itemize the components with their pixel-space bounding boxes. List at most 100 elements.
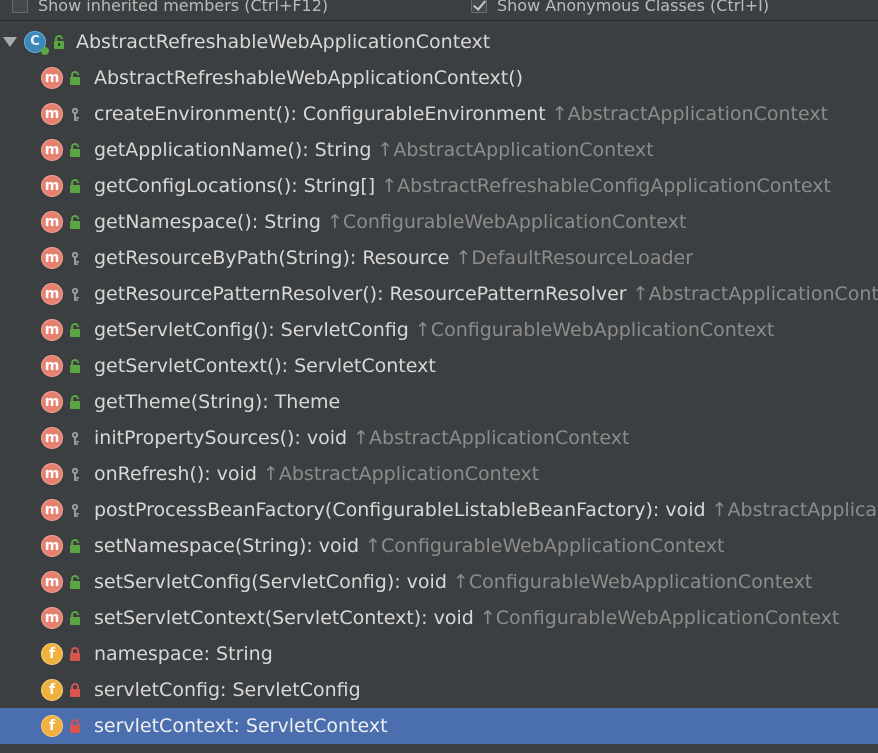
tree-item-method[interactable]: m getServletContext(): ServletContext — [0, 348, 878, 384]
member-signature: AbstractRefreshableWebApplicationContext… — [94, 67, 524, 89]
field-icon: f — [41, 679, 63, 701]
root-class-name: AbstractRefreshableWebApplicationContext — [76, 31, 491, 53]
checkbox-unchecked-icon[interactable] — [12, 0, 28, 13]
method-icon: m — [41, 571, 63, 593]
tree-item-method[interactable]: m getTheme(String): Theme — [0, 384, 878, 420]
method-icon: m — [41, 139, 63, 161]
inherited-from: ↑AbstractApplicationContext — [371, 139, 654, 161]
tree-item-method[interactable]: m getResourcePatternResolver(): ResourceP… — [0, 276, 878, 312]
protected-key-icon — [71, 431, 79, 445]
tree-item-label: getConfigLocations(): String[] ↑Abstract… — [94, 168, 831, 204]
tree-item-method[interactable]: m AbstractRefreshableWebApplicationContex… — [0, 60, 878, 96]
method-icon: m — [41, 391, 63, 413]
tree-item-label: AbstractRefreshableWebApplicationContext… — [94, 60, 523, 96]
private-lock-icon — [70, 683, 80, 697]
tree-item-method[interactable]: m getNamespace(): String ↑ConfigurableWeb… — [0, 204, 878, 240]
show-anonymous-label: Show Anonymous Classes (Ctrl+I) — [497, 0, 770, 15]
tree-item-method[interactable]: m getConfigLocations(): String[] ↑Abstrac… — [0, 168, 878, 204]
tree-item-label: namespace: String — [94, 636, 273, 672]
tree-item-method[interactable]: m postProcessBeanFactory(ConfigurableList… — [0, 492, 878, 528]
protected-key-icon — [71, 107, 79, 121]
checkbox-checked-icon[interactable] — [471, 0, 487, 13]
public-lock-icon — [54, 35, 64, 49]
tree-item-label: initPropertySources(): void ↑AbstractApp… — [94, 420, 629, 456]
inherited-from: ↑ConfigurableWebApplicationContext — [359, 535, 725, 557]
member-signature: getResourceByPath(String): Resource — [94, 247, 450, 269]
member-signature: namespace: String — [94, 643, 273, 665]
tree-root-class[interactable]: C AbstractRefreshableWebApplicationConte… — [0, 24, 878, 60]
tree-item-label: setNamespace(String): void ↑Configurable… — [94, 528, 724, 564]
member-signature: setServletContext(ServletContext): void — [94, 607, 474, 629]
tree-item-label: setServletContext(ServletContext): void … — [94, 600, 839, 636]
tree-item-label: postProcessBeanFactory(ConfigurableLista… — [94, 492, 878, 528]
tree-item-method[interactable]: m getResourceByPath(String): Resource ↑De… — [0, 240, 878, 276]
tree-item-method[interactable]: m setServletContext(ServletContext): void… — [0, 600, 878, 636]
member-signature: setServletConfig(ServletConfig): void — [94, 571, 447, 593]
field-icon: f — [41, 715, 63, 737]
member-signature: getResourcePatternResolver(): ResourcePa… — [94, 283, 627, 305]
inherited-from: ↑ConfigurableWebApplicationContext — [320, 211, 687, 233]
inherited-from: ↑ConfigurableWebApplicationContext — [473, 607, 840, 629]
inherited-from: ↑AbstractApplicationContext — [256, 463, 540, 485]
tree-item-label: getApplicationName(): String ↑AbstractAp… — [94, 132, 654, 168]
inherited-from: ↑ConfigurableWebApplicationContext — [446, 571, 813, 593]
inherited-from: ↑AbstractApplicat — [705, 499, 878, 521]
method-icon: m — [41, 247, 63, 269]
protected-key-icon — [71, 467, 79, 481]
method-icon: m — [41, 535, 63, 557]
tree-item-label: getTheme(String): Theme — [94, 384, 340, 420]
inherited-from: ↑AbstractApplicationContext — [347, 427, 630, 449]
tree-item-label: setServletConfig(ServletConfig): void ↑C… — [94, 564, 812, 600]
tree-item-method[interactable]: m createEnvironment(): ConfigurableEnviro… — [0, 96, 878, 132]
private-lock-icon — [70, 719, 80, 733]
method-icon: m — [41, 607, 63, 629]
member-signature: getApplicationName(): String — [94, 139, 372, 161]
abstract-class-icon: C — [24, 31, 49, 55]
member-signature: getServletConfig(): ServletConfig — [94, 319, 409, 341]
method-icon: m — [41, 319, 63, 341]
tree-item-label: onRefresh(): void ↑AbstractApplicationCo… — [94, 456, 539, 492]
inherited-from: ↑AbstractApplicationContext — [545, 103, 829, 125]
member-signature: createEnvironment(): ConfigurableEnviron… — [94, 103, 546, 125]
member-signature: getNamespace(): String — [94, 211, 321, 233]
tree-item-label: servletConfig: ServletConfig — [94, 672, 361, 708]
tree-item-method[interactable]: m onRefresh(): void ↑AbstractApplicationC… — [0, 456, 878, 492]
tree-item-label: getResourcePatternResolver(): ResourcePa… — [94, 276, 878, 312]
inherited-from: ↑ConfigurableWebApplicationContext — [408, 319, 775, 341]
method-icon: m — [41, 499, 63, 521]
method-icon: m — [41, 103, 63, 125]
private-lock-icon — [70, 647, 80, 661]
tree-item-field[interactable]: f servletConfig: ServletConfig — [0, 672, 878, 708]
tree-item-label: getServletContext(): ServletContext — [94, 348, 436, 384]
tree-item-field[interactable]: f namespace: String — [0, 636, 878, 672]
tree-item-method[interactable]: m getServletConfig(): ServletConfig ↑Conf… — [0, 312, 878, 348]
public-lock-icon — [70, 359, 80, 373]
field-icon: f — [41, 643, 63, 665]
tree-item-method[interactable]: m setNamespace(String): void ↑Configurabl… — [0, 528, 878, 564]
expand-arrow-icon[interactable] — [3, 37, 17, 47]
inherited-from: ↑AbstractApplicationConte — [626, 283, 878, 305]
public-lock-icon — [70, 179, 80, 193]
inherited-from: ↑AbstractRefreshableConfigApplicationCon… — [375, 175, 831, 197]
method-icon: m — [41, 427, 63, 449]
public-lock-icon — [70, 215, 80, 229]
show-inherited-checkbox[interactable]: Show inherited members (Ctrl+F12) — [12, 0, 328, 16]
public-lock-icon — [70, 71, 80, 85]
tree-item-label: getServletConfig(): ServletConfig ↑Confi… — [94, 312, 774, 348]
member-signature: servletContext: ServletContext — [94, 715, 388, 737]
method-icon: m — [41, 355, 63, 377]
protected-key-icon — [71, 287, 79, 301]
member-signature: postProcessBeanFactory(ConfigurableLista… — [94, 499, 706, 521]
tree-item-field[interactable]: f servletContext: ServletContext — [0, 708, 878, 744]
tree-item-method[interactable]: m setServletConfig(ServletConfig): void ↑… — [0, 564, 878, 600]
tree-item-label: getNamespace(): String ↑ConfigurableWebA… — [94, 204, 686, 240]
member-signature: getServletContext(): ServletContext — [94, 355, 436, 377]
member-signature: onRefresh(): void — [94, 463, 257, 485]
tree-item-method[interactable]: m getApplicationName(): String ↑AbstractA… — [0, 132, 878, 168]
protected-key-icon — [71, 251, 79, 265]
tree-item-label: createEnvironment(): ConfigurableEnviron… — [94, 96, 828, 132]
tree-item-label: getResourceByPath(String): Resource ↑Def… — [94, 240, 693, 276]
tree-item-method[interactable]: m initPropertySources(): void ↑AbstractAp… — [0, 420, 878, 456]
tree-item-label: servletContext: ServletContext — [94, 708, 388, 744]
show-anonymous-checkbox[interactable]: Show Anonymous Classes (Ctrl+I) — [471, 0, 769, 16]
